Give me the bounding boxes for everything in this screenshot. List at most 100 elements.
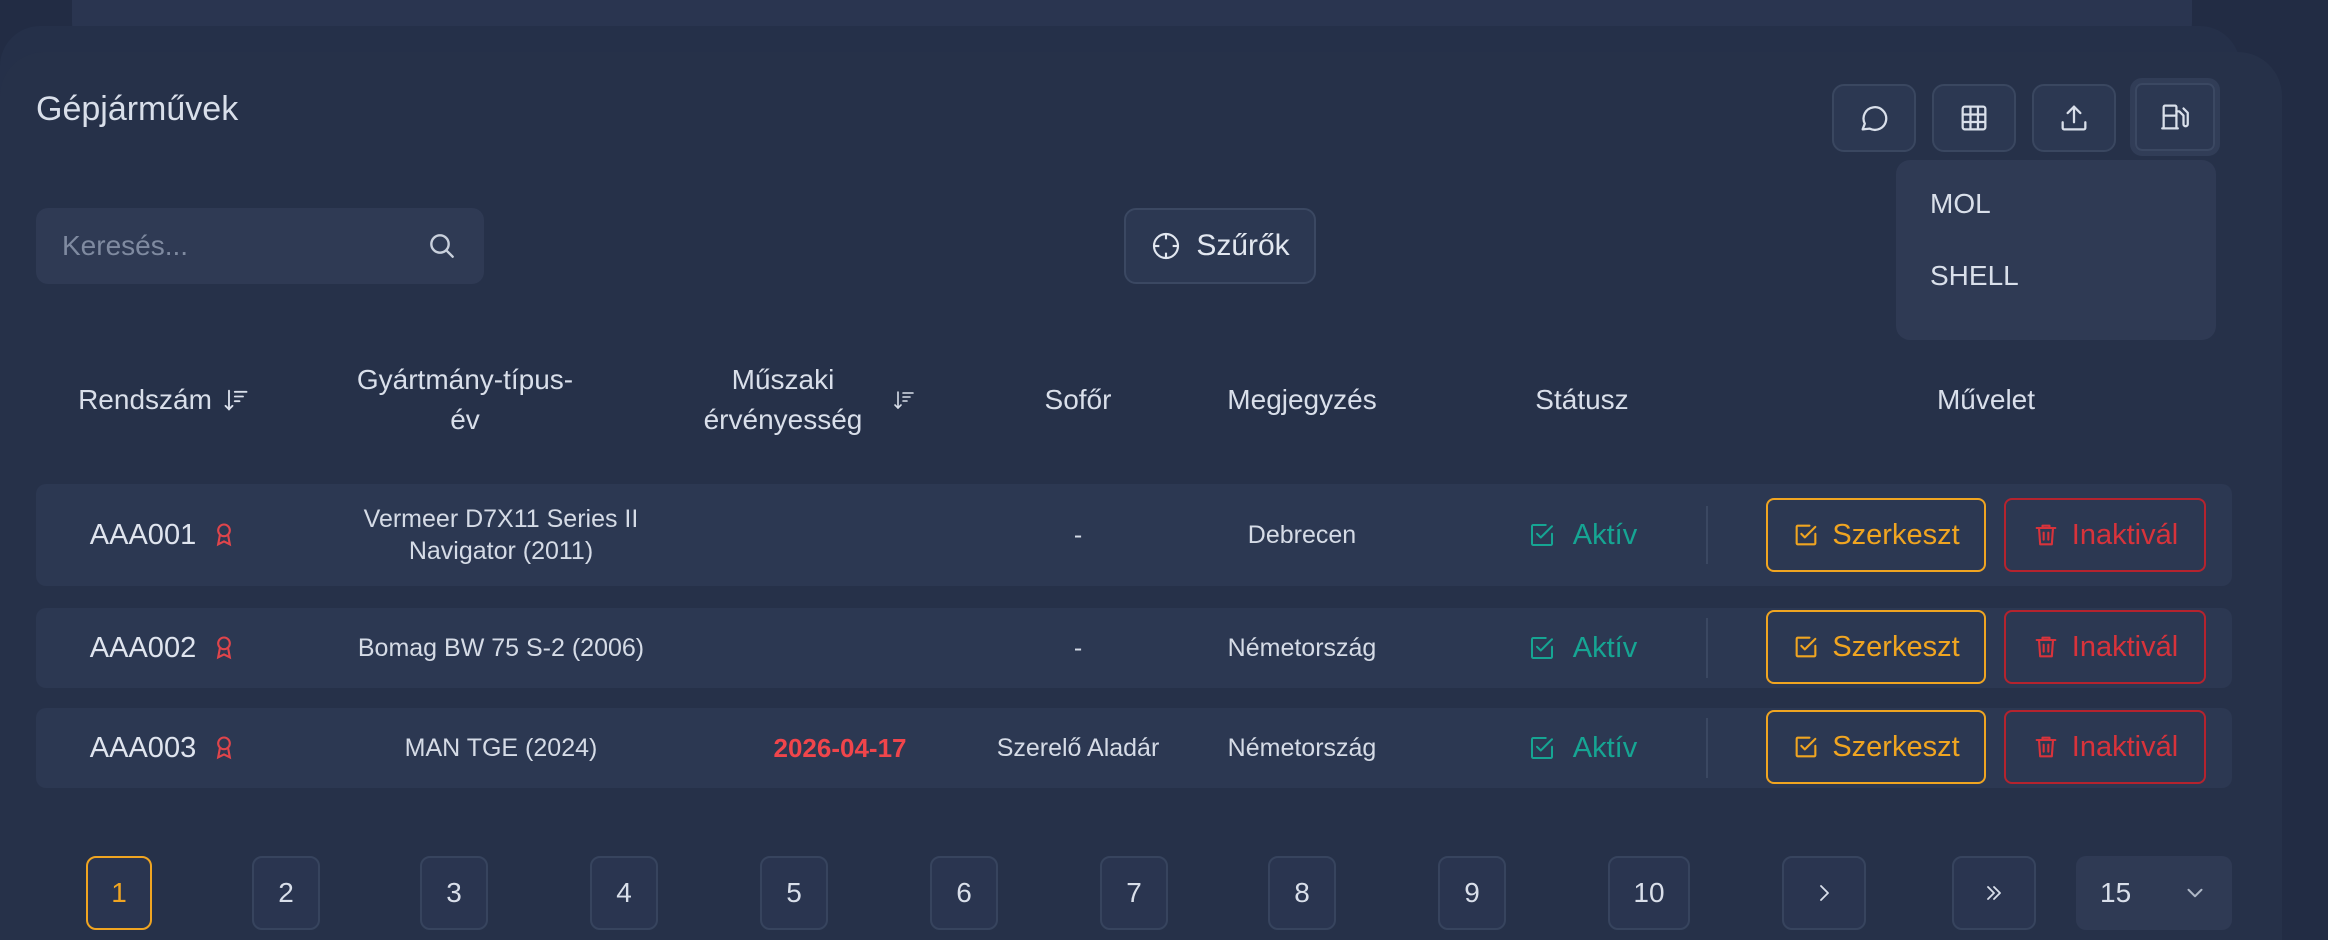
divider — [1706, 718, 1708, 778]
header-note: Megjegyzés — [1227, 384, 1377, 415]
inspection-cell — [660, 608, 960, 688]
check-square-icon — [1530, 737, 1553, 759]
page-button-10[interactable]: 10 — [1608, 856, 1690, 930]
trash-icon — [2035, 636, 2057, 658]
sort-icon[interactable] — [222, 386, 250, 414]
crosshair-icon — [1153, 232, 1180, 260]
page-button-5[interactable]: 5 — [760, 856, 828, 930]
page-size-value: 15 — [2100, 877, 2132, 908]
check-square-icon — [1530, 524, 1553, 546]
status-label: Aktív — [1572, 732, 1638, 764]
search-input[interactable] — [62, 230, 426, 262]
export-button[interactable] — [2032, 84, 2116, 152]
plate-cell: AAA003 — [36, 708, 292, 788]
divider — [1706, 618, 1708, 678]
page-size-select[interactable]: 15 — [2076, 856, 2232, 930]
header-make-model-line1: Gyártmány-típus- — [356, 364, 574, 395]
header-plate-label: Rendszám — [78, 384, 212, 415]
model-cell: Vermeer D7X11 Series II Navigator (2011) — [300, 484, 702, 586]
plate-number: AAA001 — [89, 519, 197, 551]
deactivate-label: Inaktivál — [2071, 518, 2179, 551]
page-button-1[interactable]: 1 — [86, 856, 152, 930]
award-icon — [216, 736, 232, 760]
header-driver: Sofőr — [1044, 384, 1112, 415]
note-cell: Debrecen — [1247, 521, 1357, 549]
header-action: Művelet — [1936, 384, 2036, 415]
plate-cell: AAA001 — [36, 484, 292, 586]
award-icon — [216, 523, 232, 547]
edit-button[interactable]: Szerkeszt — [1766, 710, 1986, 784]
fuel-station-icon — [2161, 104, 2189, 130]
model-cell: MAN TGE (2024) — [404, 734, 598, 762]
header-plate[interactable]: Rendszám — [36, 360, 292, 440]
page-button-6[interactable]: 6 — [930, 856, 998, 930]
status-cell: Aktív — [1480, 708, 1684, 788]
comment-icon — [1861, 106, 1888, 131]
driver-cell: Szerelő Aladár — [996, 734, 1160, 762]
deactivate-label: Inaktivál — [2071, 730, 2179, 763]
edit-button[interactable]: Szerkeszt — [1766, 610, 1986, 684]
status-cell: Aktív — [1480, 484, 1684, 586]
driver-cell: - — [1073, 634, 1083, 662]
header-status: Státusz — [1535, 384, 1629, 415]
edit-label: Szerkeszt — [1832, 518, 1960, 551]
edit-label: Szerkeszt — [1832, 630, 1960, 663]
filters-button[interactable]: Szűrők — [1124, 208, 1316, 284]
page-title: Gépjárművek — [36, 90, 239, 128]
chevron-down-icon — [2187, 888, 2203, 898]
edit-icon — [1795, 636, 1817, 658]
status-label: Aktív — [1572, 632, 1638, 664]
inspection-cell: 2026-04-17 — [773, 733, 907, 763]
search-icon[interactable] — [426, 230, 458, 262]
edit-button[interactable]: Szerkeszt — [1766, 498, 1986, 572]
trash-icon — [2035, 736, 2057, 758]
trash-icon — [2035, 524, 2057, 546]
double-chevron-right-icon — [1987, 886, 2001, 900]
model-cell: Bomag BW 75 S-2 (2006) — [357, 634, 645, 662]
next-page-button[interactable] — [1782, 856, 1866, 930]
comment-button[interactable] — [1832, 84, 1916, 152]
header-inspection[interactable]: Műszaki érvényesség — [660, 360, 960, 440]
divider — [1706, 506, 1708, 564]
status-cell: Aktív — [1480, 608, 1684, 688]
table-view-button[interactable] — [1932, 84, 2016, 152]
chevron-right-icon — [1820, 885, 1829, 901]
deactivate-label: Inaktivál — [2071, 630, 2179, 663]
status-label: Aktív — [1572, 519, 1638, 551]
header-inspection-line2: érvényesség — [703, 404, 863, 435]
driver-cell: - — [1073, 521, 1083, 549]
plate-cell: AAA002 — [36, 608, 292, 688]
sort-icon[interactable] — [892, 388, 916, 412]
edit-icon — [1795, 736, 1817, 758]
deactivate-button[interactable]: Inaktivál — [2004, 498, 2206, 572]
model-line2: Navigator (2011) — [408, 537, 594, 565]
fuel-dropdown-menu: MOL SHELL — [1896, 160, 2216, 340]
header-inspection-line1: Műszaki — [731, 364, 835, 395]
plate-number: AAA003 — [89, 732, 197, 764]
fuel-menu-button[interactable] — [2130, 78, 2220, 156]
page-button-3[interactable]: 3 — [420, 856, 488, 930]
inspection-cell — [660, 484, 960, 586]
upload-icon — [2061, 105, 2087, 131]
fuel-menu-item-shell[interactable]: SHELL — [1896, 258, 2216, 330]
award-icon — [216, 636, 232, 660]
filters-label: Szűrők — [1196, 229, 1290, 262]
plate-number: AAA002 — [89, 632, 197, 664]
deactivate-button[interactable]: Inaktivál — [2004, 610, 2206, 684]
header-make-model-line2: év — [450, 404, 480, 435]
page-button-2[interactable]: 2 — [252, 856, 320, 930]
last-page-button[interactable] — [1952, 856, 2036, 930]
page-button-8[interactable]: 8 — [1268, 856, 1336, 930]
check-square-icon — [1530, 637, 1553, 659]
deactivate-button[interactable]: Inaktivál — [2004, 710, 2206, 784]
table-icon — [1961, 105, 1987, 131]
page-button-7[interactable]: 7 — [1100, 856, 1168, 930]
header-make-model: Gyártmány-típus- év — [300, 360, 630, 440]
edit-label: Szerkeszt — [1832, 730, 1960, 763]
note-cell: Németország — [1227, 634, 1377, 662]
page-button-4[interactable]: 4 — [590, 856, 658, 930]
model-line1: Vermeer D7X11 Series II — [363, 505, 639, 533]
page-button-9[interactable]: 9 — [1438, 856, 1506, 930]
edit-icon — [1795, 524, 1817, 546]
fuel-menu-item-mol[interactable]: MOL — [1896, 186, 2216, 258]
